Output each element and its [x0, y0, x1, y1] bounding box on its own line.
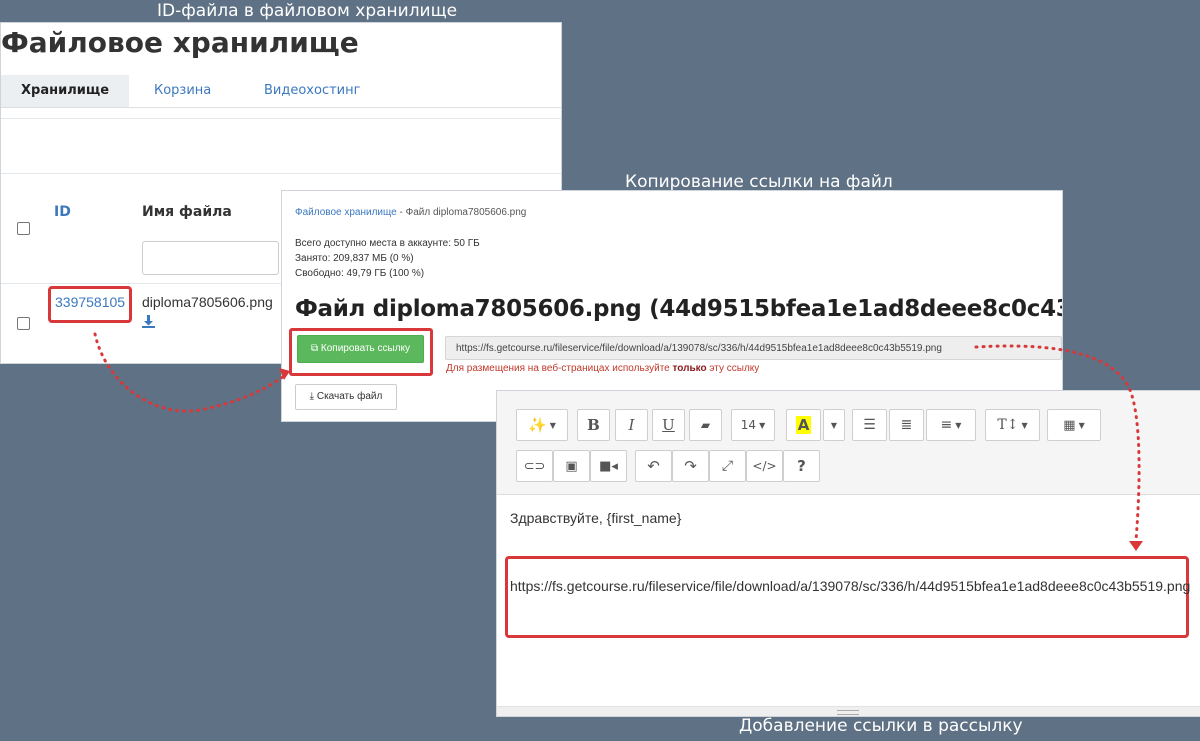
- arrow-id-to-copy: [93, 332, 289, 413]
- arrowhead-url-to-editor: [1129, 541, 1143, 551]
- connector-arrows: [93, 332, 1143, 551]
- arrow-url-to-editor: [974, 344, 1141, 542]
